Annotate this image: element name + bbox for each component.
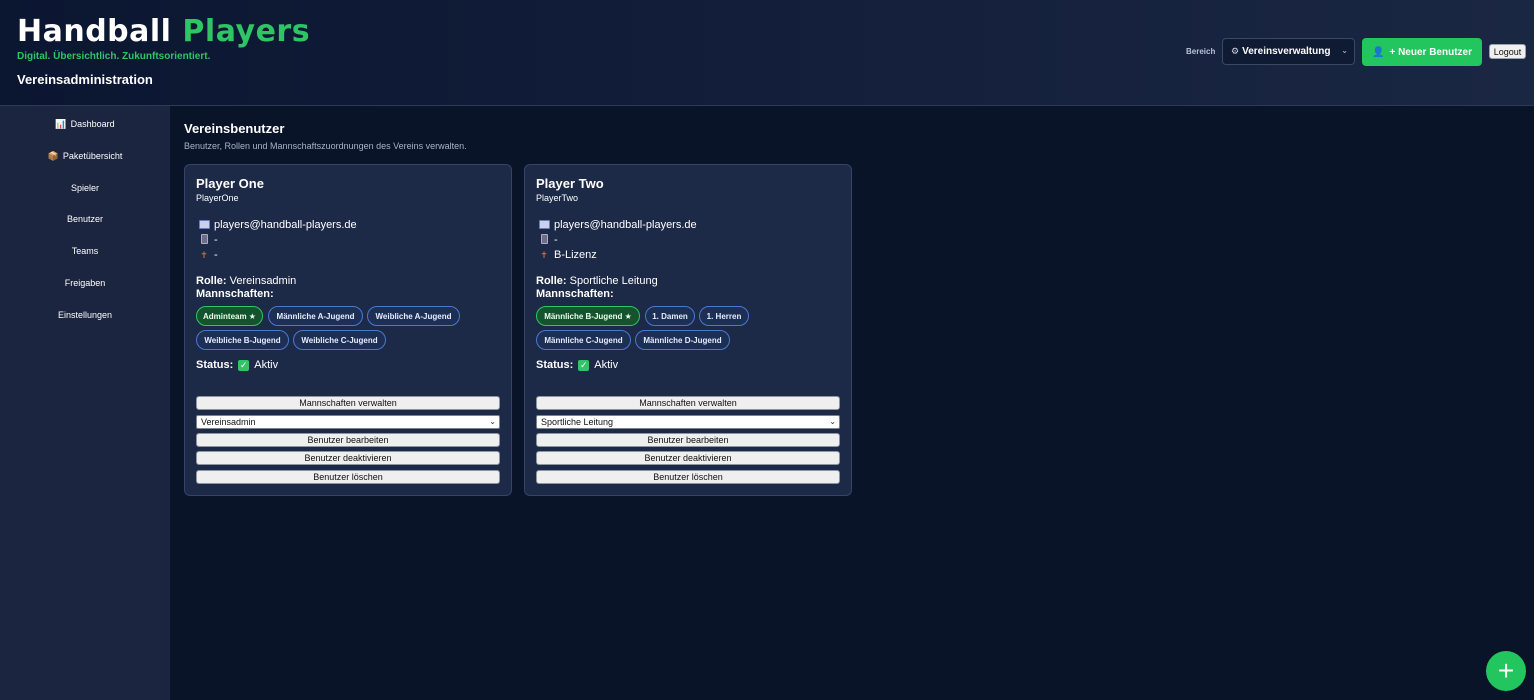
- logout-button[interactable]: Logout: [1489, 44, 1526, 59]
- phone-icon: [198, 234, 210, 246]
- brand-word-players: Players: [182, 14, 311, 49]
- new-user-button-label: + Neuer Benutzer: [1389, 46, 1472, 58]
- user-username: PlayerOne: [196, 193, 239, 203]
- status-line: Status: ✓ Aktiv: [536, 359, 618, 371]
- role-select[interactable]: Sportliche Leitung ⌄: [536, 415, 840, 429]
- email-value: players@handball-players.de: [554, 219, 697, 231]
- role-label: Rolle:: [536, 275, 567, 287]
- email-row: players@handball-players.de: [538, 219, 697, 231]
- email-row: players@handball-players.de: [198, 219, 357, 231]
- sidebar-item-label: Freigaben: [64, 278, 106, 288]
- sidebar-item-label: Dashboard: [70, 119, 115, 129]
- team-badge: Weibliche C-Jugend: [293, 330, 386, 350]
- team-badge: Weibliche B-Jugend: [196, 330, 289, 350]
- status-line: Status: ✓ Aktiv: [196, 359, 278, 371]
- chart-icon: 📊: [55, 118, 67, 129]
- page-title: Vereinsbenutzer: [184, 121, 285, 136]
- deactivate-user-button[interactable]: Benutzer deaktivieren: [196, 451, 500, 465]
- role-value: Sportliche Leitung: [569, 275, 658, 287]
- user-icon: 👤: [1372, 46, 1385, 58]
- status-label: Status:: [196, 359, 234, 371]
- whistle-icon: ✝: [200, 249, 208, 260]
- role-select[interactable]: Vereinsadmin ⌄: [196, 415, 500, 429]
- role-select-value: Vereinsadmin: [201, 417, 256, 427]
- phone-icon: [538, 234, 550, 246]
- phone-row: -: [538, 234, 558, 246]
- checkmark-icon: ✓: [238, 359, 250, 371]
- team-badge: Weibliche A-Jugend: [367, 306, 460, 326]
- phone-value: -: [554, 234, 558, 246]
- deactivate-user-button[interactable]: Benutzer deaktivieren: [536, 451, 840, 465]
- email-value: players@handball-players.de: [214, 219, 357, 231]
- license-row: ✝ B-Lizenz: [538, 249, 597, 261]
- team-badge: Adminteam ★: [196, 306, 263, 326]
- gear-icon: ⚙: [1231, 46, 1240, 56]
- area-select[interactable]: ⚙ Vereinsverwaltung ⌄: [1222, 38, 1355, 65]
- delete-user-button[interactable]: Benutzer löschen: [536, 470, 840, 484]
- team-badge: 1. Herren: [699, 306, 749, 326]
- checkmark-icon: ✓: [578, 359, 590, 371]
- license-value: B-Lizenz: [554, 249, 597, 261]
- team-badge: Männliche B-Jugend ★: [536, 306, 640, 326]
- team-badge: Männliche C-Jugend: [536, 330, 631, 350]
- license-value: -: [214, 249, 218, 261]
- edit-user-button[interactable]: Benutzer bearbeiten: [536, 433, 840, 447]
- chevron-down-icon: ⌄: [489, 417, 496, 426]
- area-select-value: Vereinsverwaltung: [1242, 46, 1331, 57]
- status-label: Status:: [536, 359, 574, 371]
- sidebar-item-teams[interactable]: Teams: [0, 241, 170, 261]
- sidebar-item-einstellungen[interactable]: Einstellungen: [0, 305, 170, 325]
- teams-label: Mannschaften:: [196, 288, 274, 300]
- package-icon: 📦: [47, 150, 59, 161]
- edit-user-button[interactable]: Benutzer bearbeiten: [196, 433, 500, 447]
- brand-subtitle: Vereinsadministration: [17, 72, 153, 87]
- teams-label: Mannschaften:: [536, 288, 614, 300]
- whistle-icon: ✝: [540, 249, 548, 260]
- sidebar-item-label: Einstellungen: [57, 310, 113, 320]
- status-value: Aktiv: [594, 359, 619, 371]
- team-badge: 1. Damen: [645, 306, 695, 326]
- delete-user-button[interactable]: Benutzer löschen: [196, 470, 500, 484]
- page-subtitle: Benutzer, Rollen und Mannschaftszuordnun…: [184, 141, 467, 151]
- role-value: Vereinsadmin: [229, 275, 297, 287]
- brand-word-handball: Handball: [17, 14, 172, 49]
- sidebar-item-paketuebersicht[interactable]: 📦 Paketübersicht: [0, 146, 170, 166]
- user-card: Player One PlayerOne players@handball-pl…: [184, 164, 512, 496]
- user-card: Player Two PlayerTwo players@handball-pl…: [524, 164, 852, 496]
- new-user-button[interactable]: 👤 + Neuer Benutzer: [1362, 38, 1482, 66]
- app-header: Handball Players Digital. Übersichtlich.…: [0, 0, 1534, 106]
- role-line: Rolle: Sportliche Leitung: [536, 275, 658, 287]
- role-label: Rolle:: [196, 275, 227, 287]
- sidebar-item-label: Paketübersicht: [62, 151, 123, 161]
- chevron-down-icon: ⌄: [1341, 46, 1348, 55]
- phone-row: -: [198, 234, 218, 246]
- user-username: PlayerTwo: [536, 193, 579, 203]
- sidebar-item-label: Benutzer: [66, 214, 104, 224]
- manage-teams-button[interactable]: Mannschaften verwalten: [196, 396, 500, 410]
- license-row: ✝ -: [198, 249, 218, 261]
- chevron-down-icon: ⌄: [829, 417, 836, 426]
- sidebar-item-freigaben[interactable]: Freigaben: [0, 273, 170, 293]
- area-label: Bereich: [1186, 47, 1216, 56]
- brand-title: Handball Players: [17, 14, 310, 49]
- role-line: Rolle: Vereinsadmin: [196, 275, 296, 287]
- phone-value: -: [214, 234, 218, 246]
- sidebar-item-dashboard[interactable]: 📊 Dashboard: [0, 114, 170, 134]
- brand-tagline: Digital. Übersichtlich. Zukunftsorientie…: [17, 51, 211, 62]
- sidebar-item-spieler[interactable]: Spieler: [0, 178, 170, 198]
- user-name: Player One: [196, 176, 264, 191]
- sidebar: 📊 Dashboard 📦 Paketübersicht Spieler Ben…: [0, 106, 170, 700]
- manage-teams-button[interactable]: Mannschaften verwalten: [536, 396, 840, 410]
- email-icon: [538, 219, 550, 231]
- user-name: Player Two: [536, 176, 604, 191]
- email-icon: [198, 219, 210, 231]
- status-value: Aktiv: [254, 359, 279, 371]
- sidebar-item-benutzer[interactable]: Benutzer: [0, 209, 170, 229]
- team-badge: Männliche A-Jugend: [268, 306, 363, 326]
- add-fab-button[interactable]: +: [1486, 651, 1526, 691]
- team-badge: Männliche D-Jugend: [635, 330, 730, 350]
- sidebar-item-label: Spieler: [70, 183, 99, 193]
- sidebar-item-label: Teams: [71, 246, 99, 256]
- role-select-value: Sportliche Leitung: [541, 417, 614, 427]
